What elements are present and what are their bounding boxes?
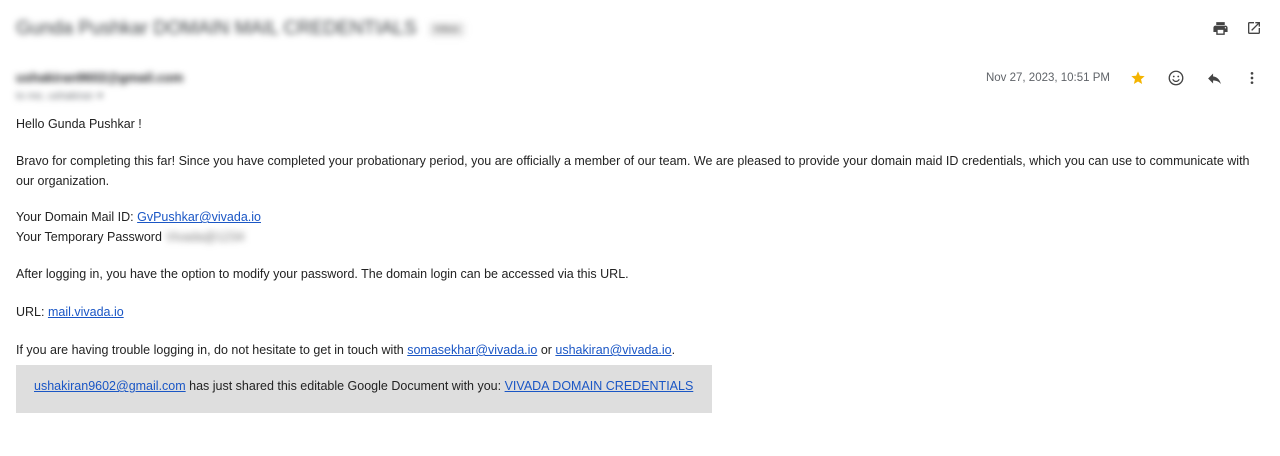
- password-row: Your Temporary Password Vivada@1234: [16, 227, 1258, 247]
- header-actions: [1210, 18, 1264, 38]
- reply-icon[interactable]: [1204, 68, 1224, 88]
- intro-paragraph-line1: Bravo for completing this far! Since you…: [16, 154, 1250, 168]
- inbox-label-chip[interactable]: Inbox: [428, 21, 465, 37]
- share-text: has just shared this editable Google Doc…: [185, 379, 505, 393]
- password-label: Your Temporary Password: [16, 230, 162, 244]
- document-share-box: ushakiran9602@gmail.com has just shared …: [16, 365, 712, 413]
- url-label: URL:: [16, 305, 48, 319]
- mail-id-row: Your Domain Mail ID: GvPushkar@vivada.io: [16, 207, 1258, 227]
- star-icon[interactable]: [1128, 68, 1148, 88]
- shared-document-link[interactable]: VIVADA DOMAIN CREDENTIALS: [505, 379, 694, 393]
- intro-paragraph-line2: our organization.: [16, 174, 110, 188]
- login-info-paragraph: After logging in, you have the option to…: [16, 267, 629, 281]
- chevron-down-icon: ▾: [97, 90, 103, 102]
- email-subject: Gunda Pushkar DOMAIN MAIL CREDENTIALS: [16, 18, 417, 39]
- support-suffix: .: [671, 343, 676, 357]
- support-paragraph: If you are having trouble logging in, do…: [16, 340, 1258, 360]
- emoji-icon[interactable]: [1166, 68, 1186, 88]
- message-date: Nov 27, 2023, 10:51 PM: [985, 72, 1110, 84]
- sender-email[interactable]: ushakiran9602@gmail.com: [16, 70, 183, 85]
- recipients-text: to me, ushakiran: [16, 90, 94, 102]
- message-meta: Nov 27, 2023, 10:51 PM: [986, 68, 1262, 88]
- sharer-email-link[interactable]: ushakiran9602@gmail.com: [34, 379, 186, 393]
- support-link-ushakiran[interactable]: ushakiran@vivada.io: [555, 343, 671, 357]
- open-in-new-window-icon[interactable]: [1244, 18, 1264, 38]
- print-icon[interactable]: [1210, 18, 1230, 38]
- mail-id-label: Your Domain Mail ID:: [16, 210, 138, 224]
- share-message: ushakiran9602@gmail.com has just shared …: [34, 378, 693, 394]
- url-link[interactable]: mail.vivada.io: [48, 305, 124, 319]
- greeting: Hello Gunda Pushkar !: [16, 117, 142, 131]
- more-vert-icon[interactable]: [1242, 68, 1262, 88]
- password-value: Vivada@1234: [165, 230, 245, 244]
- support-or: or: [537, 343, 556, 357]
- url-row: URL: mail.vivada.io: [16, 302, 1258, 322]
- recipients-line[interactable]: to me, ushakiran ▾: [16, 90, 103, 102]
- mail-id-link[interactable]: GvPushkar@vivada.io: [137, 210, 261, 224]
- subject-row: Gunda Pushkar DOMAIN MAIL CREDENTIALS In…: [16, 18, 465, 40]
- support-link-somasekhar[interactable]: somasekhar@vivada.io: [407, 343, 537, 357]
- intro-paragraph: Bravo for completing this far! Since you…: [16, 151, 1258, 191]
- credentials-block: Your Domain Mail ID: GvPushkar@vivada.io…: [16, 207, 1258, 247]
- support-prefix: If you are having trouble logging in, do…: [16, 343, 408, 357]
